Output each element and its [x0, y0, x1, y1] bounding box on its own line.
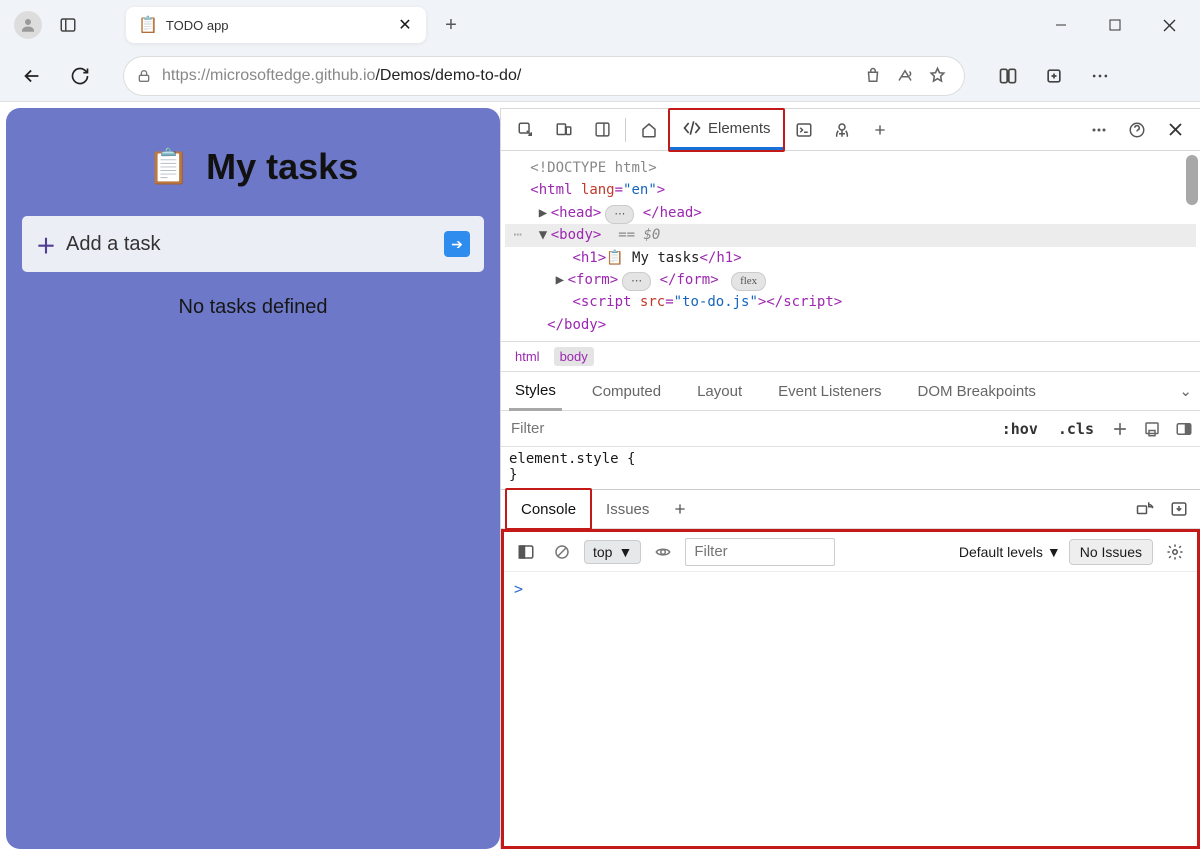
console-prompt[interactable]: > — [504, 572, 1197, 606]
style-code[interactable]: element.style { } — [501, 447, 1200, 489]
content-area: 📋 My tasks ＋ Add a task ➔ No tasks defin… — [0, 102, 1200, 855]
new-tab-btn[interactable]: + — [434, 8, 468, 42]
inspect-element-btn[interactable] — [507, 111, 545, 149]
no-issues-badge[interactable]: No Issues — [1069, 539, 1153, 565]
read-aloud-icon[interactable] — [890, 61, 920, 91]
tab-layout[interactable]: Layout — [691, 372, 748, 410]
drawer-expand-btn[interactable] — [1128, 492, 1162, 526]
empty-state-text: No tasks defined — [179, 296, 328, 319]
console-filter-input[interactable] — [685, 538, 835, 566]
lock-icon — [136, 68, 152, 84]
elements-tab[interactable]: Elements — [670, 110, 783, 150]
favorite-icon[interactable] — [922, 61, 952, 91]
drawer-tabs: Console Issues — [501, 489, 1200, 529]
tab-group: 📋 TODO app ✕ + — [126, 0, 468, 50]
styles-filter-row: :hov .cls — [501, 411, 1200, 447]
clipboard-icon: 📋 — [148, 147, 190, 187]
new-style-rule-btn[interactable] — [1104, 413, 1136, 445]
console-toolbar: top ▼ Default levels ▼ No Issues — [504, 532, 1197, 572]
collections-btn[interactable] — [1034, 56, 1074, 96]
crumb-body[interactable]: body — [554, 347, 594, 366]
drawer-dock-btn[interactable] — [1162, 492, 1196, 526]
sources-panel-tab[interactable] — [823, 111, 861, 149]
dock-btn[interactable] — [583, 111, 621, 149]
styles-filter-input[interactable] — [501, 411, 992, 446]
cls-toggle[interactable]: .cls — [1048, 420, 1104, 438]
console-sidebar-toggle[interactable] — [512, 538, 540, 566]
browser-tab[interactable]: 📋 TODO app ✕ — [126, 7, 426, 43]
tab-computed[interactable]: Computed — [586, 372, 667, 410]
devtools-more-btn[interactable] — [1080, 111, 1118, 149]
styles-subtabs: Styles Computed Layout Event Listeners D… — [501, 371, 1200, 411]
maximize-btn[interactable] — [1088, 5, 1142, 45]
console-settings-btn[interactable] — [1161, 538, 1189, 566]
add-task-field[interactable]: ＋ Add a task ➔ — [22, 216, 484, 272]
plus-icon: ＋ — [36, 230, 56, 259]
more-menu-btn[interactable] — [1080, 56, 1120, 96]
page-heading: 📋 My tasks — [148, 146, 358, 188]
devtools-close-btn[interactable] — [1156, 111, 1194, 149]
clear-console-btn[interactable] — [548, 538, 576, 566]
console-tab-highlight: Console — [505, 488, 592, 530]
dom-breadcrumbs[interactable]: html body — [501, 341, 1200, 371]
window-controls — [1034, 5, 1196, 45]
devtools-panel: Elements <!DOCTYPE html> <html lang="en"… — [500, 108, 1200, 849]
toolbar-right-icons — [988, 56, 1120, 96]
shopping-icon[interactable] — [858, 61, 888, 91]
hov-toggle[interactable]: :hov — [992, 420, 1048, 438]
welcome-tab[interactable] — [630, 111, 668, 149]
log-levels-select[interactable]: Default levels ▼ — [959, 544, 1061, 560]
address-bar[interactable]: https://microsoftedge.github.io/Demos/de… — [124, 57, 964, 95]
rendered-page: 📋 My tasks ＋ Add a task ➔ No tasks defin… — [6, 108, 500, 849]
tab-actions-btn[interactable] — [50, 7, 86, 43]
chevron-down-icon: ▼ — [618, 544, 632, 560]
execution-context-select[interactable]: top ▼ — [584, 540, 641, 564]
console-drawer-tab[interactable]: Console — [507, 490, 590, 528]
print-media-btn[interactable] — [1136, 413, 1168, 445]
computed-sidebar-btn[interactable] — [1168, 413, 1200, 445]
close-window-btn[interactable] — [1142, 5, 1196, 45]
browser-toolbar: https://microsoftedge.github.io/Demos/de… — [0, 50, 1200, 102]
devtools-main-tabs: Elements — [501, 109, 1200, 151]
help-btn[interactable] — [1118, 111, 1156, 149]
console-area-highlight: top ▼ Default levels ▼ No Issues > — [501, 529, 1200, 849]
live-expression-btn[interactable] — [649, 538, 677, 566]
console-panel-tab[interactable] — [785, 111, 823, 149]
add-task-placeholder: Add a task — [66, 233, 444, 256]
profile-avatar[interactable] — [14, 11, 42, 39]
submit-task-btn[interactable]: ➔ — [444, 231, 470, 257]
expand-subtabs-icon[interactable]: ⌄ — [1179, 382, 1192, 400]
refresh-btn[interactable] — [60, 56, 100, 96]
url-text: https://microsoftedge.github.io/Demos/de… — [162, 67, 856, 85]
tab-title: TODO app — [166, 18, 394, 33]
crumb-html[interactable]: html — [509, 347, 546, 366]
tab-dom-breakpoints[interactable]: DOM Breakpoints — [912, 372, 1042, 410]
titlebar: 📋 TODO app ✕ + — [0, 0, 1200, 50]
drawer-more-tabs-btn[interactable] — [663, 492, 697, 526]
elements-tab-highlight: Elements — [668, 108, 785, 152]
issues-drawer-tab[interactable]: Issues — [592, 490, 663, 528]
minimize-btn[interactable] — [1034, 5, 1088, 45]
tab-styles[interactable]: Styles — [509, 373, 562, 411]
tab-event-listeners[interactable]: Event Listeners — [772, 372, 887, 410]
tab-close-btn[interactable]: ✕ — [394, 14, 416, 36]
scrollbar-thumb[interactable] — [1186, 155, 1198, 205]
back-btn[interactable] — [12, 56, 52, 96]
split-screen-btn[interactable] — [988, 56, 1028, 96]
more-tabs-btn[interactable] — [861, 111, 899, 149]
device-toggle-btn[interactable] — [545, 111, 583, 149]
favicon-clipboard-icon: 📋 — [138, 15, 158, 35]
dom-tree[interactable]: <!DOCTYPE html> <html lang="en"> ▶<head>… — [501, 151, 1200, 341]
